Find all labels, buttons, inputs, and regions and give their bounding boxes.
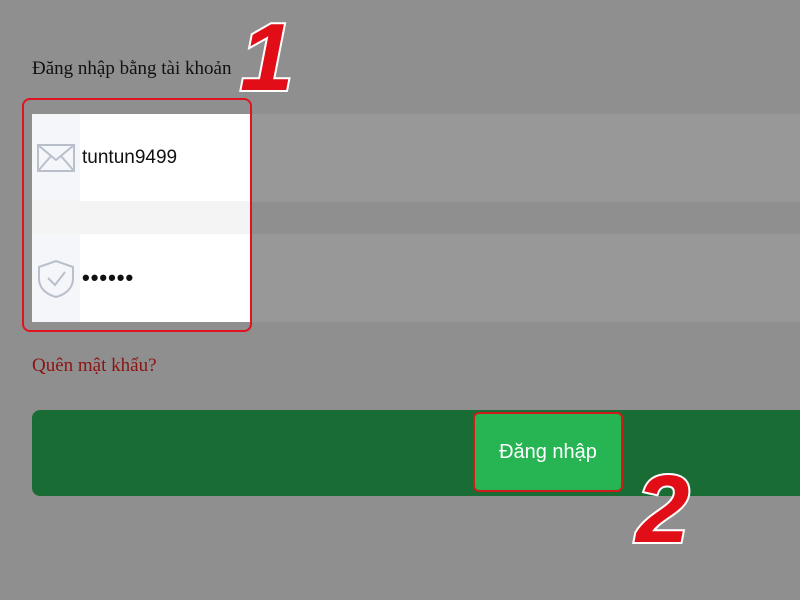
login-heading: Đăng nhập bằng tài khoản xyxy=(32,58,232,79)
step-marker-2: 2 xyxy=(634,456,691,563)
step-marker-1: 1 xyxy=(238,4,295,111)
forgot-password-link[interactable]: Quên mật khẩu? xyxy=(32,355,157,377)
login-button[interactable]: Đăng nhập xyxy=(473,412,623,492)
credentials-highlight xyxy=(22,98,252,332)
